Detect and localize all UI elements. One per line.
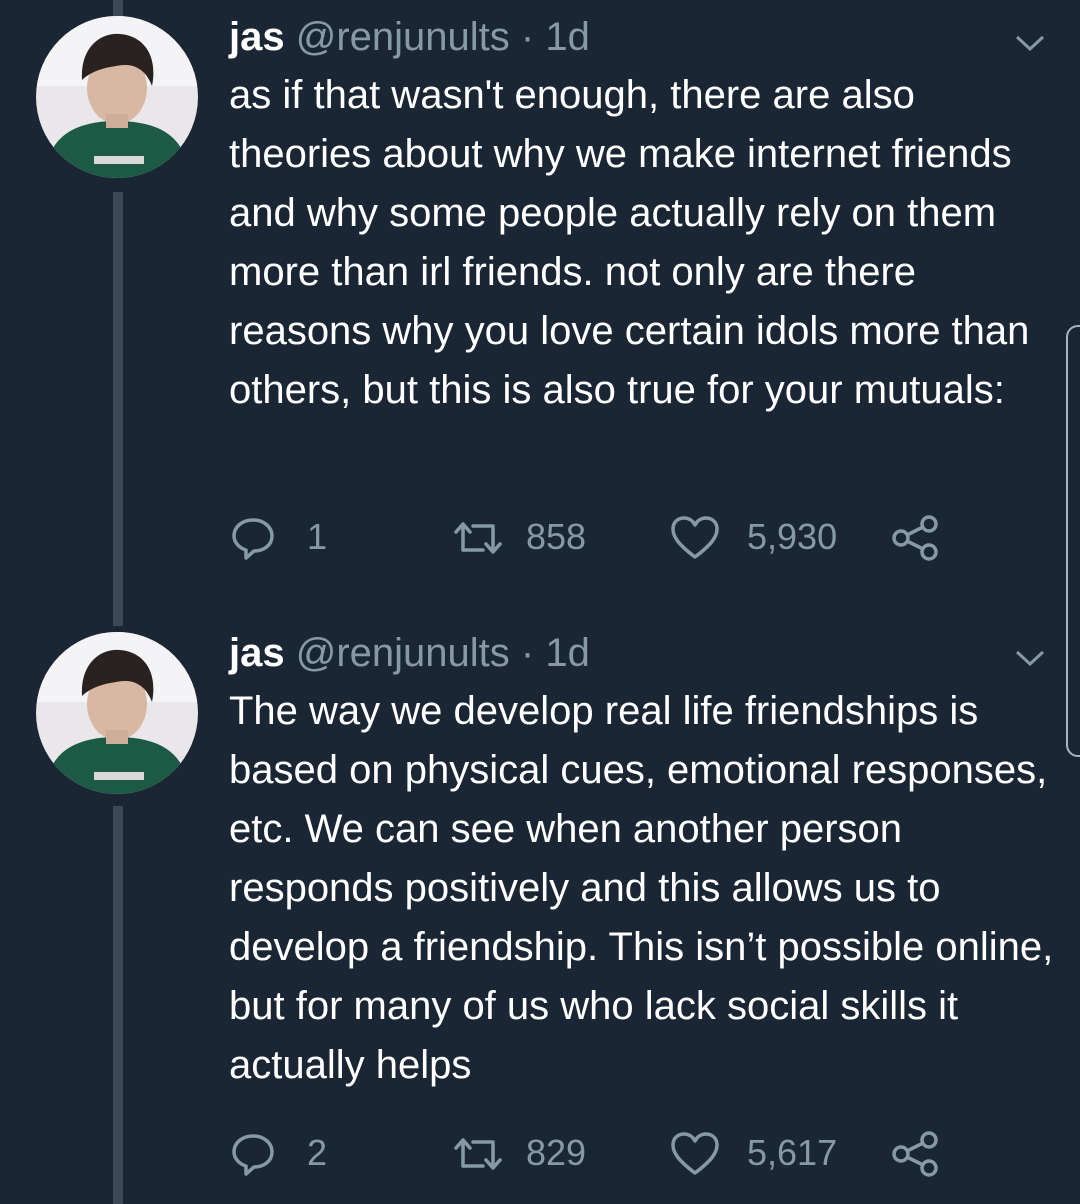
reply-icon	[232, 1134, 274, 1176]
timestamp[interactable]: 1d	[545, 631, 590, 675]
reply-count: 2	[307, 1132, 328, 1173]
share-icon	[892, 1131, 938, 1177]
thread-line-bottom	[113, 806, 123, 1204]
reply-count: 1	[307, 516, 328, 557]
share-button[interactable]	[889, 512, 945, 562]
like-button[interactable]: 5,617	[669, 1128, 849, 1178]
like-count: 5,617	[747, 1132, 838, 1173]
display-name[interactable]: jas	[229, 631, 285, 675]
tweet[interactable]: jas @renjunults · 1d as if that wasn't e…	[0, 0, 1080, 600]
chevron-down-icon[interactable]	[1014, 648, 1046, 668]
retweet-count: 858	[526, 516, 587, 557]
retweet-button[interactable]: 858	[450, 512, 600, 562]
heart-icon	[671, 516, 719, 559]
timestamp[interactable]: 1d	[545, 15, 590, 59]
retweet-icon	[454, 1138, 502, 1170]
separator-dot: ·	[520, 631, 535, 675]
tweet-header: jas @renjunults · 1d	[229, 12, 590, 62]
tweet-header: jas @renjunults · 1d	[229, 628, 590, 678]
separator-dot: ·	[520, 15, 535, 59]
retweet-icon	[454, 522, 502, 554]
tweet-actions: 2 829 5,617	[229, 1128, 1029, 1178]
reply-button[interactable]: 2	[229, 1128, 349, 1178]
tweet-text: as if that wasn't enough, there are also…	[229, 73, 1030, 412]
reply-icon	[232, 518, 274, 560]
like-button[interactable]: 5,930	[669, 512, 849, 562]
reply-button[interactable]: 1	[229, 512, 349, 562]
like-count: 5,930	[747, 516, 838, 557]
chevron-down-icon[interactable]	[1014, 33, 1046, 53]
retweet-count: 829	[526, 1132, 587, 1173]
user-handle[interactable]: @renjunults	[296, 631, 510, 675]
scrollbar-handle[interactable]	[1066, 325, 1080, 757]
tweet-actions: 1 858 5,930	[229, 512, 1029, 562]
avatar[interactable]	[36, 16, 198, 178]
share-button[interactable]	[889, 1128, 945, 1178]
heart-icon	[671, 1132, 719, 1175]
display-name[interactable]: jas	[229, 15, 285, 59]
avatar[interactable]	[36, 632, 198, 794]
tweet-text: The way we develop real life friendships…	[229, 689, 1054, 1087]
user-handle[interactable]: @renjunults	[296, 15, 510, 59]
retweet-button[interactable]: 829	[450, 1128, 600, 1178]
share-icon	[892, 515, 938, 561]
